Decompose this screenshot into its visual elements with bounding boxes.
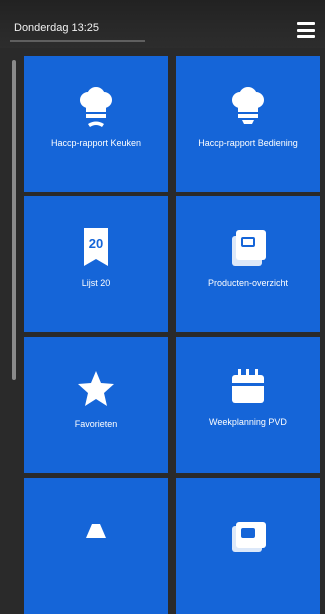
tile-label: Lijst 20	[81, 278, 111, 288]
tile-8[interactable]	[176, 478, 320, 614]
product-stack-icon	[228, 508, 268, 552]
tile-label: Weekplanning PVD	[209, 417, 287, 427]
tile-label: Haccp-rapport Bediening	[198, 138, 298, 148]
chef-hat-icon	[228, 86, 268, 130]
tile-favorieten[interactable]: Favorieten	[24, 337, 168, 473]
calendar-icon	[228, 365, 268, 409]
tile-label: Producten-overzicht	[207, 278, 289, 288]
tile-haccp-bediening[interactable]: Haccp-rapport Bediening	[176, 56, 320, 192]
tile-icon	[76, 508, 116, 552]
tile-lijst-20[interactable]: 20 Lijst 20	[24, 196, 168, 332]
tile-7[interactable]	[24, 478, 168, 614]
star-icon	[76, 367, 116, 411]
tile-haccp-keuken[interactable]: Haccp-rapport Keuken	[24, 56, 168, 192]
product-stack-icon	[228, 226, 268, 270]
tile-grid: Haccp-rapport Keuken Haccp-rapport Bedie…	[0, 0, 325, 614]
chef-hat-icon	[76, 86, 116, 130]
tile-label: Favorieten	[74, 419, 118, 429]
tile-weekplanning[interactable]: Weekplanning PVD	[176, 337, 320, 473]
calendar-badge-20-icon: 20	[76, 226, 116, 270]
svg-text:20: 20	[89, 236, 103, 251]
tile-label: Haccp-rapport Keuken	[50, 138, 142, 148]
tile-producten-overzicht[interactable]: Producten-overzicht	[176, 196, 320, 332]
